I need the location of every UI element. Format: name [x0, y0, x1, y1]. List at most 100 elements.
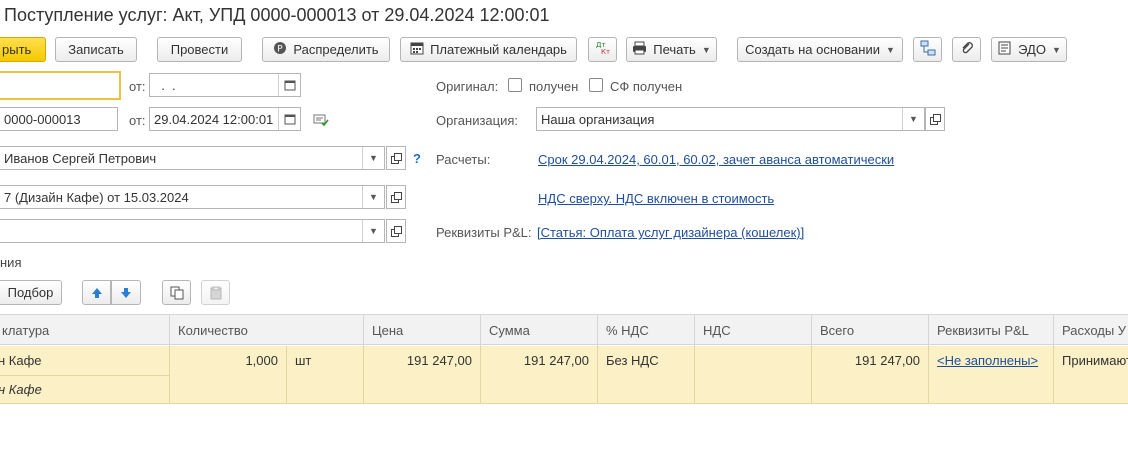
chevron-down-icon[interactable]: ▼: [902, 108, 924, 130]
cell-sum[interactable]: 191 247,00: [481, 353, 589, 368]
page-title: Поступление услуг: Акт, УПД 0000-000013 …: [4, 5, 550, 25]
chevron-down-icon[interactable]: ▼: [362, 147, 384, 169]
pl-link[interactable]: [Статья: Оплата услуг дизайнера (кошелек…: [537, 225, 804, 240]
third-select[interactable]: ▼: [0, 219, 385, 243]
edo-button[interactable]: ЭДО ▼: [991, 37, 1067, 62]
organization-value: Наша организация: [541, 111, 655, 127]
original-label: Оригинал:: [436, 79, 499, 94]
col-header-vat-rate[interactable]: % НДС: [598, 315, 695, 346]
original-received-label: получен: [529, 79, 579, 94]
cell-item-sub[interactable]: н Кафе: [0, 382, 168, 397]
sf-received-label: СФ получен: [610, 79, 683, 94]
col-header-vat[interactable]: НДС: [695, 315, 812, 346]
cell-unit[interactable]: шт: [295, 353, 355, 368]
table-header: клатура Количество Цена Сумма % НДС НДС …: [0, 314, 1128, 346]
payment-calendar-label: Платежный календарь: [430, 42, 567, 57]
post-button[interactable]: Провести: [157, 37, 242, 62]
arrow-up-icon: [91, 287, 102, 298]
pick-button[interactable]: Подбор: [0, 280, 62, 305]
paste-icon: [210, 286, 221, 299]
print-label: Печать: [653, 42, 696, 57]
distribute-icon: P: [273, 41, 287, 58]
contract-select[interactable]: 7 (Дизайн Кафе) от 15.03.2024 ▼: [0, 185, 385, 209]
open-organization-button[interactable]: [925, 107, 945, 131]
date-input[interactable]: 29.04.2024 12:00:01: [149, 107, 301, 131]
counterparty-value: Иванов Сергей Петрович: [4, 150, 157, 166]
incoming-number-input[interactable]: [0, 71, 121, 100]
cell-expenses[interactable]: Принимают: [1062, 353, 1128, 368]
from-label: от:: [129, 113, 146, 128]
dt-kt-icon: Дт Кт: [594, 40, 612, 59]
pl-label: Реквизиты P&L:: [436, 225, 532, 240]
distribute-label: Распределить: [293, 42, 379, 57]
table-row[interactable]: н Кафе н Кафе 1,000 шт 191 247,00 191 24…: [0, 346, 1128, 404]
open-counterparty-button[interactable]: [386, 146, 406, 170]
counterparty-select[interactable]: Иванов Сергей Петрович ▼: [0, 146, 385, 170]
col-header-expenses[interactable]: Расходы У: [1054, 315, 1128, 346]
open-icon: [390, 225, 402, 237]
calendar-picker-icon[interactable]: [278, 74, 300, 96]
col-header-quantity[interactable]: Количество: [170, 315, 364, 346]
structure-button[interactable]: [913, 37, 942, 62]
svg-text:Кт: Кт: [601, 48, 610, 56]
arrow-down-icon: [121, 287, 131, 298]
chevron-down-icon[interactable]: ▼: [362, 186, 384, 208]
vat-link[interactable]: НДС сверху. НДС включен в стоимость: [538, 191, 774, 206]
section-label: ния: [0, 255, 22, 270]
col-header-pl[interactable]: Реквизиты P&L: [929, 315, 1054, 346]
calendar-picker-icon[interactable]: [278, 108, 300, 130]
cell-total[interactable]: 191 247,00: [812, 353, 920, 368]
help-icon[interactable]: ?: [413, 151, 421, 166]
post-and-close-button[interactable]: рыть: [0, 37, 46, 62]
open-icon: [390, 191, 402, 203]
post-label: Провести: [170, 42, 229, 57]
dt-kt-button[interactable]: Дт Кт: [588, 37, 617, 62]
create-based-on-button[interactable]: Создать на основании ▼: [737, 37, 903, 62]
print-button[interactable]: Печать ▼: [626, 37, 717, 62]
edo-label: ЭДО: [1018, 42, 1046, 57]
cell-pl-link[interactable]: <Не заполнены>: [937, 353, 1049, 368]
paperclip-icon: [960, 41, 974, 58]
copy-icon: [170, 286, 183, 299]
cell-price[interactable]: 191 247,00: [364, 353, 472, 368]
save-label: Записать: [68, 42, 124, 57]
open-icon: [929, 113, 941, 125]
chevron-down-icon[interactable]: ▼: [362, 220, 384, 242]
number-input[interactable]: 0000-000013: [0, 107, 118, 131]
edo-icon: [997, 41, 1012, 58]
col-header-total[interactable]: Всего: [812, 315, 929, 346]
attach-button[interactable]: [952, 37, 981, 62]
save-button[interactable]: Записать: [55, 37, 137, 62]
col-header-nomenclature[interactable]: клатура: [0, 315, 170, 346]
calendar-icon: [410, 41, 424, 58]
cell-vat-rate[interactable]: Без НДС: [606, 353, 691, 368]
paste-button[interactable]: [201, 280, 230, 305]
move-up-button[interactable]: [82, 280, 111, 305]
svg-text:P: P: [278, 45, 284, 55]
copy-button[interactable]: [162, 280, 191, 305]
sf-received-checkbox[interactable]: [589, 78, 603, 92]
open-third-button[interactable]: [386, 219, 406, 243]
distribute-button[interactable]: P Распределить: [262, 37, 390, 62]
cell-item[interactable]: н Кафе: [0, 353, 168, 368]
open-icon: [390, 152, 402, 164]
number-value: 0000-000013: [4, 111, 81, 127]
chevron-down-icon: ▼: [701, 44, 711, 55]
original-received-checkbox[interactable]: [508, 78, 522, 92]
organization-select[interactable]: Наша организация ▼: [536, 107, 925, 131]
payment-calendar-button[interactable]: Платежный календарь: [400, 37, 577, 62]
settlements-label: Расчеты:: [436, 152, 491, 167]
open-contract-button[interactable]: [386, 185, 406, 209]
settlements-link[interactable]: Срок 29.04.2024, 60.01, 60.02, зачет ава…: [538, 152, 894, 167]
incoming-date-input[interactable]: . .: [149, 73, 301, 97]
post-and-close-label: рыть: [2, 42, 32, 57]
cell-quantity[interactable]: 1,000: [170, 353, 278, 368]
col-header-sum[interactable]: Сумма: [481, 315, 598, 346]
message-check-icon[interactable]: [313, 113, 329, 130]
date-value: 29.04.2024 12:00:01: [154, 111, 274, 127]
from-label: от:: [129, 79, 146, 94]
printer-icon: [632, 41, 647, 58]
col-header-price[interactable]: Цена: [364, 315, 481, 346]
create-based-on-label: Создать на основании: [745, 42, 880, 57]
move-down-button[interactable]: [111, 280, 141, 305]
